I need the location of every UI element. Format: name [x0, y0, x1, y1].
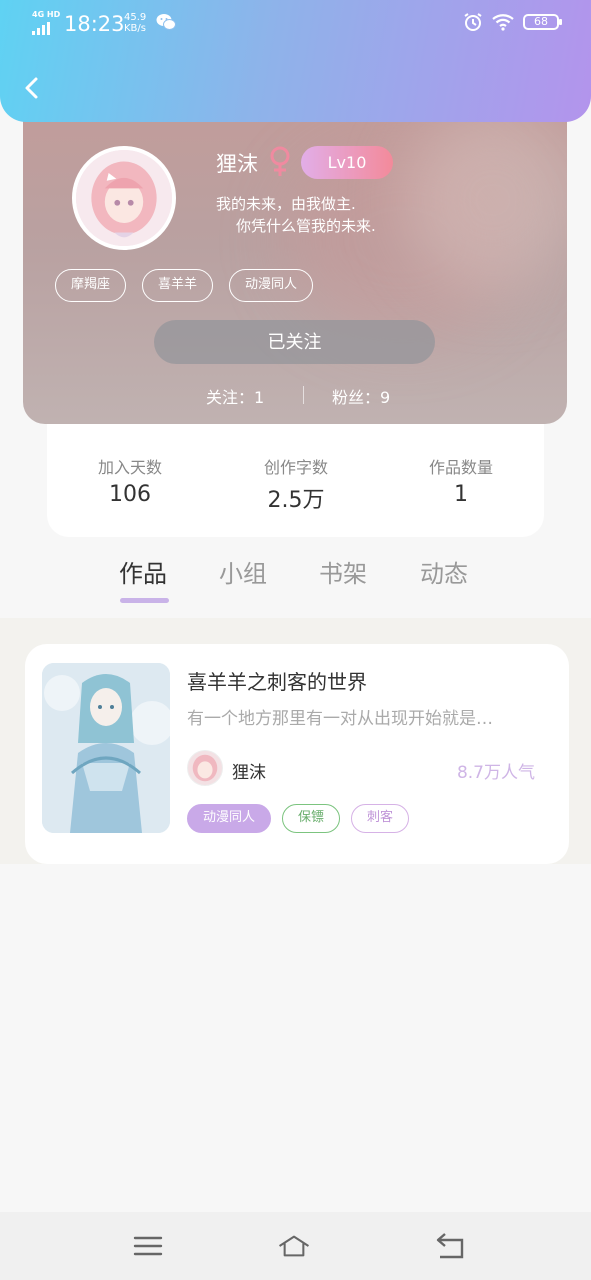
divider — [303, 386, 304, 404]
works-list: 喜羊羊之刺客的世界 有一个地方那里有一对从出现开始就是… 狸沫 8.7万人气 动… — [0, 618, 591, 864]
work-tag[interactable]: 刺客 — [351, 804, 410, 833]
profile-tag[interactable]: 摩羯座 — [55, 269, 127, 302]
work-popularity: 8.7万人气 — [456, 763, 535, 783]
stat-works-count: 作品数量 1 — [378, 454, 544, 507]
speed-value: 45.9 — [124, 12, 147, 23]
profile-card: 狸沫 Lv10 我的未来，由我做主. 你凭什么管我的未来. 摩羯座 喜羊羊 动漫… — [23, 100, 567, 424]
status-time: 18:23 — [64, 12, 125, 36]
profile-tag[interactable]: 喜羊羊 — [142, 269, 214, 302]
stat-label: 加入天数 — [97, 458, 162, 477]
work-tag[interactable]: 动漫同人 — [187, 804, 272, 833]
active-tab-indicator — [120, 598, 169, 603]
status-bar: 4G HD 18:23 45.9 KB/s 68 — [32, 10, 562, 36]
home-icon[interactable] — [277, 1230, 311, 1262]
work-tag[interactable]: 保镖 — [282, 804, 341, 833]
work-tags: 动漫同人 保镖 刺客 — [187, 804, 410, 833]
back-icon[interactable] — [433, 1230, 467, 1262]
profile-tag[interactable]: 动漫同人 — [229, 269, 314, 302]
work-description: 有一个地方那里有一对从出现开始就是… — [187, 709, 493, 729]
female-icon — [270, 146, 290, 176]
followers-count[interactable]: 粉丝：9 — [332, 384, 390, 408]
follow-button[interactable]: 已关注 — [154, 320, 435, 364]
work-author[interactable]: 狸沫 — [232, 758, 266, 783]
wechat-icon — [156, 14, 176, 30]
signature-line2: 你凭什么管我的未来. — [236, 217, 376, 235]
tab-bookshelf[interactable]: 书架 — [319, 554, 367, 589]
stat-label: 创作字数 — [263, 458, 328, 477]
alarm-icon — [464, 13, 482, 31]
network-indicator: 4G HD — [32, 10, 61, 19]
stat-word-count: 创作字数 2.5万 — [213, 454, 379, 514]
tab-works[interactable]: 作品 — [119, 554, 167, 589]
stats-panel: 加入天数 106 创作字数 2.5万 作品数量 1 — [47, 410, 544, 537]
app-header: 4G HD 18:23 45.9 KB/s 68 — [0, 0, 591, 122]
signature-line1: 我的未来，由我做主. — [216, 195, 356, 213]
tab-activity[interactable]: 动态 — [420, 554, 468, 589]
stat-join-days: 加入天数 106 — [47, 454, 213, 507]
signal-icon — [32, 22, 50, 35]
author-avatar[interactable] — [187, 750, 223, 786]
work-card[interactable]: 喜羊羊之刺客的世界 有一个地方那里有一对从出现开始就是… 狸沫 8.7万人气 动… — [25, 644, 569, 864]
work-cover[interactable] — [42, 663, 170, 833]
work-title[interactable]: 喜羊羊之刺客的世界 — [187, 666, 367, 695]
stat-value: 1 — [454, 482, 468, 507]
network-speed: 45.9 KB/s — [124, 12, 146, 34]
system-nav-bar — [0, 1212, 591, 1280]
stat-value: 106 — [109, 482, 151, 507]
level-badge: Lv10 — [301, 146, 393, 179]
stat-label: 作品数量 — [428, 458, 493, 477]
profile-name: 狸沫 — [216, 152, 258, 176]
wifi-icon — [492, 14, 514, 31]
avatar[interactable] — [72, 146, 176, 250]
menu-icon[interactable] — [131, 1230, 165, 1262]
profile-tags: 摩羯座 喜羊羊 动漫同人 — [55, 269, 314, 302]
stat-value: 2.5万 — [267, 488, 325, 513]
speed-unit: KB/s — [124, 23, 146, 34]
battery-icon: 68 — [523, 14, 562, 30]
tab-groups[interactable]: 小组 — [219, 554, 267, 589]
tab-bar: 作品 小组 书架 动态 — [0, 552, 591, 618]
chevron-left-icon[interactable] — [20, 76, 44, 100]
following-count[interactable]: 关注：1 — [206, 384, 264, 408]
